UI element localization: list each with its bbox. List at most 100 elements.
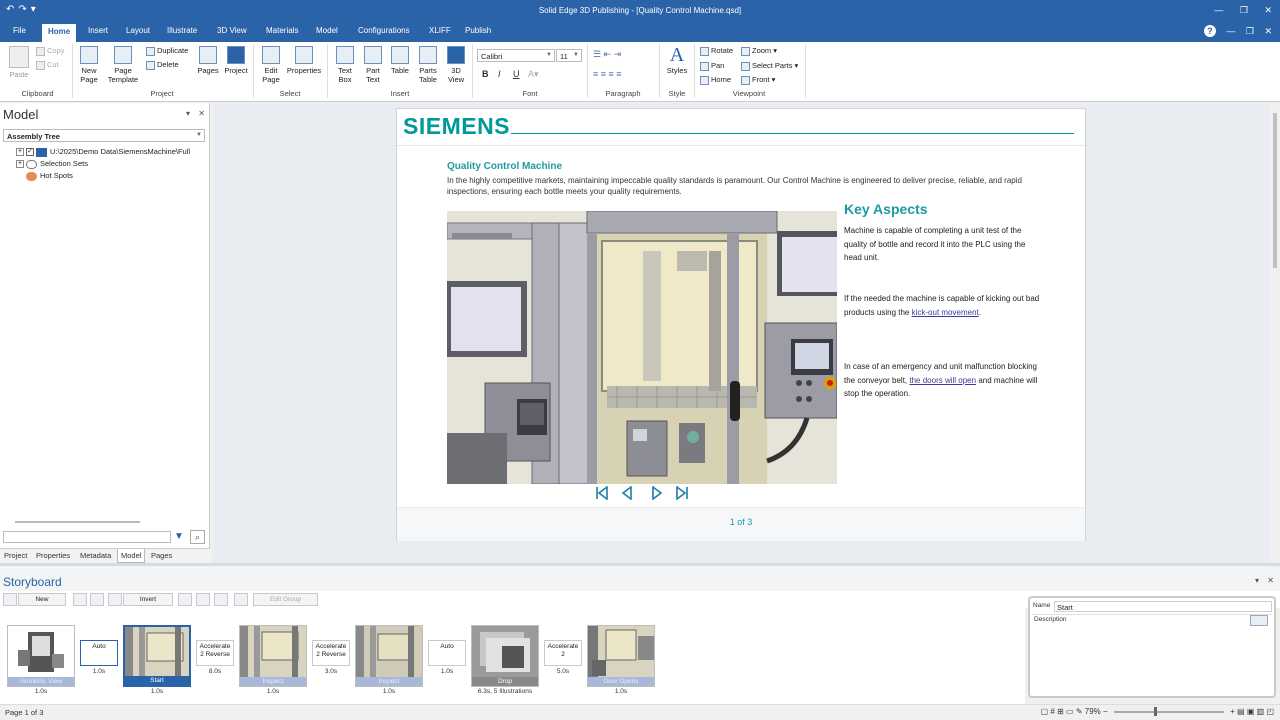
description-editor-icon[interactable]: [1250, 615, 1268, 626]
page-template-button[interactable]: Page Template: [104, 46, 142, 84]
last-page-icon[interactable]: [675, 486, 689, 500]
storyboard-frame[interactable]: Inspect: [355, 625, 423, 687]
panel-controls[interactable]: ▾ ✕: [186, 109, 205, 118]
transition[interactable]: Auto: [80, 640, 118, 666]
home-view-button[interactable]: Home: [700, 75, 731, 85]
fullscreen-icon[interactable]: ◰: [1266, 707, 1274, 716]
two-page-icon[interactable]: ▥: [1257, 707, 1265, 716]
zoom-button[interactable]: Zoom ▾: [741, 46, 777, 56]
tab-materials[interactable]: Materials: [266, 26, 298, 35]
document-page[interactable]: SIEMENS Quality Control Machine In the h…: [396, 108, 1086, 541]
add-frame-icon[interactable]: [3, 593, 17, 606]
font-size-select[interactable]: 11 ▼: [556, 49, 582, 62]
underline-button[interactable]: U: [513, 69, 520, 79]
transition[interactable]: Auto: [428, 640, 466, 666]
kick-out-movement-link[interactable]: kick-out movement: [912, 308, 979, 317]
first-page-icon[interactable]: [595, 486, 609, 500]
rotate-button[interactable]: Rotate: [700, 46, 733, 56]
machine-illustration[interactable]: [447, 211, 837, 484]
storyboard-frame[interactable]: Door Opens: [587, 625, 655, 687]
project-button[interactable]: Project: [222, 46, 250, 75]
tab-configurations[interactable]: Configurations: [358, 26, 410, 35]
next-page-icon[interactable]: [650, 486, 664, 500]
pencil-icon[interactable]: ✎: [1076, 707, 1083, 716]
scrollbar-thumb[interactable]: [1273, 113, 1277, 268]
font-family-select[interactable]: Calibri ▼: [477, 49, 555, 62]
paste-button[interactable]: Paste: [6, 46, 32, 79]
font-color-button[interactable]: A▾: [528, 69, 539, 80]
tab-layout[interactable]: Layout: [126, 26, 150, 35]
duplicate-button[interactable]: Duplicate: [146, 46, 188, 56]
tab-model-panel[interactable]: Model: [117, 549, 146, 563]
invert-button[interactable]: Invert: [123, 593, 173, 606]
filter-icon[interactable]: ▼: [173, 531, 185, 543]
frame-name-input[interactable]: Start: [1054, 601, 1272, 612]
transition[interactable]: Accelerate 2 Reverse: [196, 640, 234, 666]
text-box-button[interactable]: Text Box: [332, 46, 358, 84]
grid-view-icon[interactable]: [178, 593, 192, 606]
pages-button[interactable]: Pages: [196, 46, 220, 75]
copy-frame-icon[interactable]: [73, 593, 87, 606]
copy-button[interactable]: Copy: [36, 46, 65, 56]
layout-icon[interactable]: ▤: [1237, 707, 1245, 716]
storyboard-frame[interactable]: Isometric View: [7, 625, 75, 687]
tab-insert[interactable]: Insert: [88, 26, 108, 35]
grid-icon[interactable]: #: [1050, 707, 1054, 716]
tab-pages[interactable]: Pages: [151, 551, 172, 560]
front-view-button[interactable]: Front ▾: [741, 75, 775, 85]
parts-table-button[interactable]: Parts Table: [415, 46, 441, 84]
storyboard-timeline[interactable]: Isometric View 1.0s Auto 1.0s Start 1.0s…: [0, 608, 1025, 704]
help-icon[interactable]: ?: [1203, 25, 1216, 37]
edit-page-button[interactable]: Edit Page: [258, 46, 284, 84]
styles-button[interactable]: A Styles: [664, 44, 690, 75]
horizontal-scrollbar[interactable]: [15, 521, 140, 523]
select-parts-button[interactable]: Select Parts ▾: [741, 61, 798, 71]
part-text-button[interactable]: Part Text: [360, 46, 386, 84]
transition[interactable]: Accelerate 2: [544, 640, 582, 666]
ribbon-right-controls[interactable]: ? — ❐ ✕: [1203, 25, 1272, 37]
ruler-icon[interactable]: ▭: [1066, 707, 1074, 716]
tab-xliff[interactable]: XLIFF: [429, 26, 451, 35]
assembly-tree-select[interactable]: Assembly Tree ▼: [3, 129, 205, 142]
window-controls[interactable]: — ❐ ✕: [1214, 5, 1272, 16]
storyboard-frame-selected[interactable]: Start: [123, 625, 191, 687]
3d-view-button[interactable]: 3D View: [444, 46, 468, 84]
expand-icon[interactable]: +: [16, 148, 24, 157]
tree-item-selection-sets[interactable]: + Selection Sets: [16, 159, 88, 169]
single-page-icon[interactable]: ▣: [1247, 707, 1255, 716]
storyboard-frame[interactable]: Inspect: [239, 625, 307, 687]
cut-button[interactable]: Cut: [36, 60, 59, 70]
tree-item-assembly[interactable]: + ✓ U:\2025\Demo Data\SiemensMachine\Full: [16, 147, 190, 157]
tree-search-input[interactable]: [3, 531, 171, 543]
search-icon[interactable]: ⌕: [190, 530, 205, 544]
tab-metadata[interactable]: Metadata: [80, 551, 111, 560]
storyboard-controls[interactable]: ▾ ✕: [1255, 576, 1274, 585]
zoom-slider-thumb[interactable]: [1153, 706, 1157, 716]
zoom-out-icon[interactable]: −: [1103, 707, 1108, 716]
tab-file[interactable]: File: [13, 26, 26, 35]
bold-button[interactable]: B: [482, 69, 489, 79]
expand-icon[interactable]: +: [16, 160, 24, 169]
align-buttons[interactable]: ≡ ≡ ≡ ≡: [593, 69, 622, 79]
description-field[interactable]: Description: [1032, 614, 1272, 696]
tiles-view-icon[interactable]: [196, 593, 210, 606]
fit-page-icon[interactable]: ▢: [1041, 707, 1049, 716]
italic-button[interactable]: I: [498, 69, 501, 79]
tab-3d-view[interactable]: 3D View: [217, 26, 247, 35]
tab-home[interactable]: Home: [42, 24, 77, 42]
group-icon[interactable]: [214, 593, 228, 606]
storyboard-frame-group[interactable]: Drop: [471, 625, 539, 687]
new-page-button[interactable]: New Page: [76, 46, 102, 84]
snap-icon[interactable]: ⊞: [1057, 707, 1064, 716]
pan-button[interactable]: Pan: [700, 61, 724, 71]
doors-open-link[interactable]: the doors will open: [909, 376, 976, 385]
3d-model-view[interactable]: [447, 211, 837, 484]
delete-button[interactable]: Delete: [146, 60, 179, 70]
new-button[interactable]: New: [18, 593, 66, 606]
reverse-icon[interactable]: [108, 593, 122, 606]
edit-group-button[interactable]: Edit Group: [253, 593, 318, 606]
bullets-button[interactable]: ☰ ⇤ ⇥: [593, 49, 621, 60]
paste-frame-icon[interactable]: [90, 593, 104, 606]
tab-model[interactable]: Model: [316, 26, 338, 35]
tab-properties[interactable]: Properties: [36, 551, 70, 560]
